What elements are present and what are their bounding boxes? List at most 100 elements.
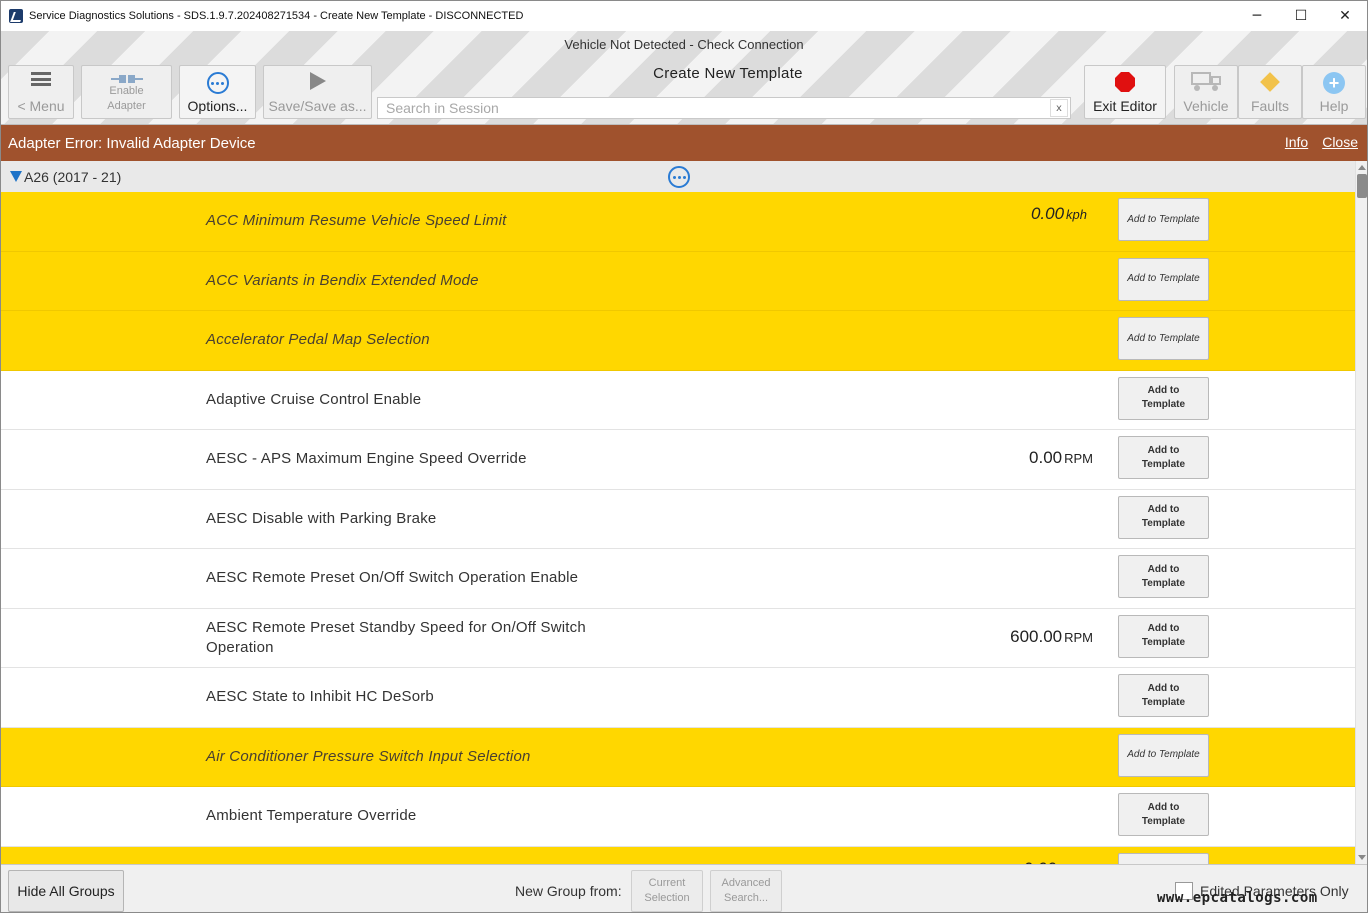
options-button[interactable]: Options... [179,65,256,119]
group-header[interactable]: A26 (2017 - 21) [1,161,1355,192]
add-to-template-button[interactable]: Add to Template [1118,376,1209,420]
save-button[interactable]: Save/Save as... [263,65,372,119]
advanced-search-button[interactable]: Advanced Search... [710,870,782,912]
add-to-template-button[interactable]: Add to Template [1118,198,1209,241]
menu-label: < Menu [17,98,65,114]
vehicle-label: Vehicle [1183,98,1229,114]
add-to-template-button[interactable]: Add to Template [1118,495,1209,539]
close-window-button[interactable]: ✕ [1323,1,1367,31]
error-message: Adapter Error: Invalid Adapter Device [8,134,256,152]
faults-label: Faults [1250,98,1290,114]
parameter-row[interactable]: AESC - APS Maximum Engine Speed Override… [1,430,1355,490]
options-label: Options... [187,98,248,114]
stop-icon [1115,72,1135,92]
parameter-name: AESC State to Inhibit HC DeSorb [206,688,434,706]
parameter-value-number: 0.00 [1030,204,1065,223]
vertical-scrollbar[interactable] [1355,161,1367,864]
add-to-template-button[interactable]: Add to Template [1118,614,1209,658]
minimize-button[interactable]: ─ [1235,1,1279,31]
parameter-name: Ambient Temperature Override [206,807,417,825]
parameter-value-number: 0.00 [1029,448,1063,467]
adapter-error-banner: Adapter Error: Invalid Adapter Device In… [1,125,1367,161]
help-plus-icon: + [1323,72,1345,94]
parameter-row[interactable]: AESC Disable with Parking Brake Add to Te… [1,489,1355,549]
scroll-up-arrow-icon[interactable] [1358,165,1366,170]
search-box: x [377,97,1071,119]
parameter-row[interactable]: Accelerator Pedal Map Selection Add to Te… [1,311,1355,371]
scroll-down-arrow-icon[interactable] [1358,855,1366,860]
parameter-row[interactable]: Adaptive Cruise Control Enable Add to Tem… [1,370,1355,430]
parameter-value: 0.00RPM [1029,448,1093,468]
parameter-name: Accelerator Pedal Map Selection [206,331,430,349]
search-input[interactable] [378,98,1050,118]
app-logo-icon [9,9,23,23]
menu-button[interactable]: < Menu [8,65,74,119]
maximize-button[interactable]: ☐ [1279,1,1323,31]
parameter-name: ACC Minimum Resume Vehicle Speed Limit [206,212,507,230]
add-to-template-button[interactable]: Add to Template [1118,317,1209,360]
group-title: A26 (2017 - 21) [24,168,122,185]
parameter-row[interactable]: ACC Minimum Resume Vehicle Speed Limit 0.… [1,192,1355,252]
adapter-plug-icon [110,72,143,91]
parameter-value: 0.00 kph [1031,204,1087,224]
truck-icon [1191,72,1221,91]
toolbar: Vehicle Not Detected - Check Connection … [1,31,1367,125]
window-title: Service Diagnostics Solutions - SDS.1.9.… [29,10,524,22]
exit-editor-button[interactable]: Exit Editor [1084,65,1166,119]
more-options-icon [206,72,229,94]
add-to-template-button[interactable]: Add to Template [1118,733,1209,777]
faults-button[interactable]: Faults [1238,65,1302,119]
parameter-name: ACC Variants in Bendix Extended Mode [206,271,479,289]
play-icon [309,72,326,90]
parameter-value-unit: kph [1066,207,1087,222]
parameter-name: AESC Remote Preset Standby Speed for On/… [206,618,586,656]
group-options-icon[interactable] [668,166,690,188]
parameter-name: AESC Remote Preset On/Off Switch Operati… [206,569,579,587]
current-selection-label: Current Selection [644,877,690,904]
hamburger-icon [31,72,51,86]
parameter-value: 600.00 RPM [1010,627,1093,647]
current-selection-button[interactable]: Current Selection [631,870,703,912]
parameter-name: AESC Disable with Parking Brake [206,509,437,527]
exit-editor-label: Exit Editor [1093,98,1157,114]
new-group-label: New Group from: [515,883,622,899]
add-to-template-button[interactable] [1118,852,1209,864]
hide-all-groups-button[interactable]: Hide All Groups [8,870,124,912]
close-link[interactable]: Close [1322,134,1358,150]
parameter-value-unit: RPM [1064,629,1093,645]
warning-diamond-icon [1260,72,1280,92]
parameter-row[interactable]: AESC Remote Preset On/Off Switch Operati… [1,549,1355,609]
app-window: Service Diagnostics Solutions - SDS.1.9.… [0,0,1368,913]
window-controls: ─ ☐ ✕ [1235,1,1367,31]
add-to-template-button[interactable]: Add to Template [1118,436,1209,479]
parameter-row[interactable]: AESC Remote Preset Standby Speed for On/… [1,608,1355,668]
enable-adapter-button[interactable]: Enable Adapter [81,65,172,119]
parameter-row[interactable]: Ambient Temperature Override Add to Templ… [1,787,1355,847]
parameter-row[interactable]: ACC Variants in Bendix Extended Mode Add … [1,251,1355,311]
vehicle-button[interactable]: Vehicle [1174,65,1238,119]
parameter-row[interactable]: 0.00RPM [1,846,1355,864]
title-bar: Service Diagnostics Solutions - SDS.1.9.… [1,1,1367,31]
help-label: Help [1319,98,1349,114]
parameter-row[interactable]: AESC State to Inhibit HC DeSorb Add to Te… [1,668,1355,728]
parameter-value-number: 600.00 [1010,626,1063,646]
parameter-list: ACC Minimum Resume Vehicle Speed Limit 0.… [1,192,1355,864]
search-clear-icon[interactable]: x [1050,99,1068,117]
parameter-row[interactable]: Air Conditioner Pressure Switch Input Se… [1,727,1355,787]
parameter-name: Air Conditioner Pressure Switch Input Se… [206,747,531,765]
scroll-thumb[interactable] [1357,174,1367,198]
add-to-template-button[interactable]: Add to Template [1118,257,1209,301]
parameter-name: Adaptive Cruise Control Enable [206,390,422,408]
add-to-template-button[interactable]: Add to Template [1118,674,1209,717]
help-button[interactable]: + Help [1302,65,1366,119]
collapse-triangle-icon[interactable] [10,171,22,182]
watermark-text: www.epcatalogs.com [1157,890,1318,906]
advanced-search-label: Advanced Search... [721,877,771,904]
parameter-name: AESC - APS Maximum Engine Speed Override [206,450,527,468]
parameter-value-unit: RPM [1064,451,1093,466]
add-to-template-button[interactable]: Add to Template [1118,555,1209,598]
connection-status: Vehicle Not Detected - Check Connection [564,37,804,52]
info-link[interactable]: Info [1285,134,1308,150]
add-to-template-button[interactable]: Add to Template [1118,793,1209,836]
save-label: Save/Save as... [268,98,367,114]
